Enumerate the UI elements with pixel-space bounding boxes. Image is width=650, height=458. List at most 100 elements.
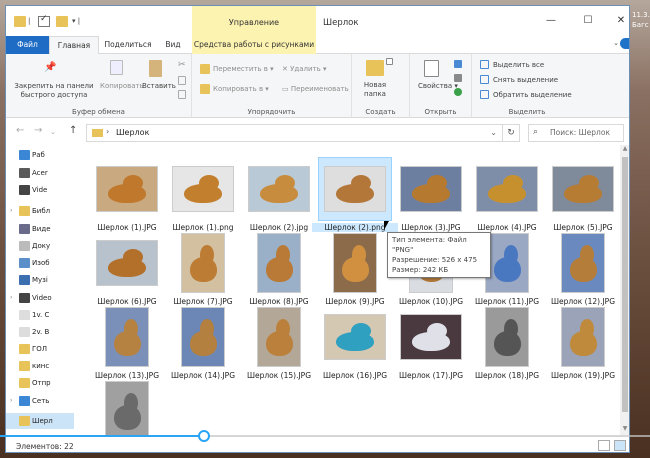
copy-to-button[interactable]: Копировать в ▾ xyxy=(213,85,269,93)
ribbon-expand-icon[interactable]: ⌄ xyxy=(613,39,619,47)
properties-button[interactable]: Свойства ▾ xyxy=(418,82,458,90)
nav-item[interactable]: 1v. C xyxy=(6,307,74,323)
qa-dropdown-icon[interactable]: ▾ | xyxy=(72,17,81,28)
nav-item[interactable]: Раб xyxy=(6,147,74,163)
new-folder-qa-icon[interactable] xyxy=(56,16,68,27)
video-scrubber-handle[interactable] xyxy=(198,430,210,442)
breadcrumb-current[interactable]: Шерлок xyxy=(116,128,149,137)
dog-photo xyxy=(561,233,605,293)
mouse-cursor-icon xyxy=(384,221,389,230)
dog-photo xyxy=(476,166,538,212)
clipboard-group-label: Буфер обмена xyxy=(72,108,125,116)
nav-item[interactable]: Доку xyxy=(6,238,74,254)
tab-picture-tools[interactable]: Средства работы с рисунками xyxy=(192,36,316,54)
large-icons-view-icon[interactable] xyxy=(614,440,626,451)
recent-dropdown-icon[interactable]: ⌄ xyxy=(50,128,56,136)
new-group-label: Создать xyxy=(365,108,396,116)
up-icon[interactable]: ↑ xyxy=(69,125,77,136)
properties-qa-icon[interactable] xyxy=(38,14,50,27)
file-name: Шерлок (15).JPG xyxy=(246,371,312,380)
ribbon-tabs: Файл Главная Поделиться Вид Средства раб… xyxy=(6,36,629,55)
move-to-icon xyxy=(200,64,210,74)
rename-button[interactable]: ▭ Переименовать xyxy=(282,85,349,93)
forward-icon[interactable]: → xyxy=(34,125,42,136)
dog-photo xyxy=(324,166,386,212)
new-folder-button[interactable]: Новая папка xyxy=(360,81,390,99)
close-button[interactable]: ✕ xyxy=(611,14,629,28)
back-icon[interactable]: ← xyxy=(16,125,24,136)
nav-item[interactable]: Музі xyxy=(6,272,74,288)
file-name: Шерлок (16).JPG xyxy=(322,371,388,380)
help-icon[interactable] xyxy=(620,38,629,49)
tab-share[interactable]: Поделиться xyxy=(100,36,156,54)
invert-selection-button[interactable]: Обратить выделение xyxy=(493,91,572,99)
nav-item[interactable]: кинс xyxy=(6,358,74,374)
nav-item-label: Доку xyxy=(32,242,51,250)
chevron-right-icon[interactable]: › xyxy=(10,294,12,301)
tab-view[interactable]: Вид xyxy=(159,36,187,54)
nav-item[interactable]: Acer xyxy=(6,165,74,181)
nav-item[interactable]: Изоб xyxy=(6,255,74,271)
cut-icon[interactable]: ✂ xyxy=(178,60,186,70)
nav-folder-icon xyxy=(19,258,30,268)
dog-photo xyxy=(172,166,234,212)
select-all-button[interactable]: Выделить все xyxy=(493,61,544,69)
nav-item[interactable]: › Сеть xyxy=(6,393,74,409)
dog-photo xyxy=(248,166,310,212)
move-to-button[interactable]: Переместить в ▾ xyxy=(213,65,274,73)
new-item-icon[interactable] xyxy=(386,58,393,65)
scroll-thumb[interactable] xyxy=(622,157,628,412)
rename-icon: ▭ xyxy=(282,85,289,93)
pin-quick-access-button[interactable]: Закрепить на панели быстрого доступа xyxy=(10,82,98,100)
chevron-right-icon[interactable]: › xyxy=(10,397,12,404)
nav-item[interactable]: 2v. B xyxy=(6,324,74,340)
address-field[interactable]: › Шерлок ⌄ xyxy=(86,124,503,142)
edit-icon[interactable] xyxy=(454,74,462,82)
scroll-down-icon[interactable]: ▼ xyxy=(620,425,629,435)
vertical-scrollbar[interactable]: ▲ ▼ xyxy=(620,145,629,435)
history-icon[interactable] xyxy=(454,88,462,96)
nav-item[interactable]: Виде xyxy=(6,221,74,237)
tab-file[interactable]: Файл xyxy=(6,36,49,54)
paste-button[interactable]: Вставить xyxy=(142,82,176,90)
nav-folder-icon xyxy=(19,150,30,160)
copy-path-icon[interactable] xyxy=(178,76,186,85)
nav-item[interactable]: ГОЛ xyxy=(6,341,74,357)
title-bar: | ▾ | Управление Шерлок — ☐ ✕ xyxy=(6,6,629,40)
copy-button[interactable]: Копировать xyxy=(100,82,144,90)
nav-item[interactable]: Vide xyxy=(6,182,74,198)
maximize-button[interactable]: ☐ xyxy=(578,14,598,28)
nav-folder-icon xyxy=(19,416,30,426)
chevron-right-icon[interactable]: › xyxy=(106,127,109,136)
details-view-icon[interactable] xyxy=(598,440,610,451)
thumbnail-frame xyxy=(318,305,392,369)
chevron-right-icon[interactable]: › xyxy=(10,207,12,214)
group-open: Свойства ▾ Открыть xyxy=(410,54,472,118)
nav-item[interactable]: › Библ xyxy=(6,203,74,219)
nav-folder-icon xyxy=(19,241,30,251)
deselect-button[interactable]: Снять выделение xyxy=(493,76,558,84)
context-tab-manage[interactable]: Управление xyxy=(192,6,316,40)
file-name: Шерлок (19).JPG xyxy=(550,371,616,380)
nav-item[interactable]: Отпр xyxy=(6,375,74,391)
search-input[interactable]: ⌕ Поиск: Шерлок xyxy=(528,124,624,142)
thumbnail-frame xyxy=(394,305,468,369)
nav-item[interactable]: Шерл xyxy=(6,413,74,429)
nav-item-label: Отпр xyxy=(32,379,51,387)
nav-folder-icon xyxy=(19,275,30,285)
minimize-button[interactable]: — xyxy=(541,14,561,28)
dog-photo xyxy=(324,314,386,360)
paste-shortcut-icon[interactable] xyxy=(178,90,186,99)
refresh-button[interactable]: ↻ xyxy=(502,124,520,142)
nav-item-label: Раб xyxy=(32,151,45,159)
delete-icon: ✕ xyxy=(282,65,288,73)
folder-icon xyxy=(14,16,26,27)
open-icon[interactable] xyxy=(454,60,462,68)
delete-button[interactable]: ✕ Удалить ▾ xyxy=(282,65,326,73)
tab-home[interactable]: Главная xyxy=(49,36,99,55)
scroll-up-icon[interactable]: ▲ xyxy=(620,145,629,155)
video-scrubber-progress xyxy=(0,435,204,437)
nav-item[interactable]: › Video xyxy=(6,290,74,306)
chevron-down-icon[interactable]: ⌄ xyxy=(490,128,497,137)
dog-photo xyxy=(257,233,301,293)
